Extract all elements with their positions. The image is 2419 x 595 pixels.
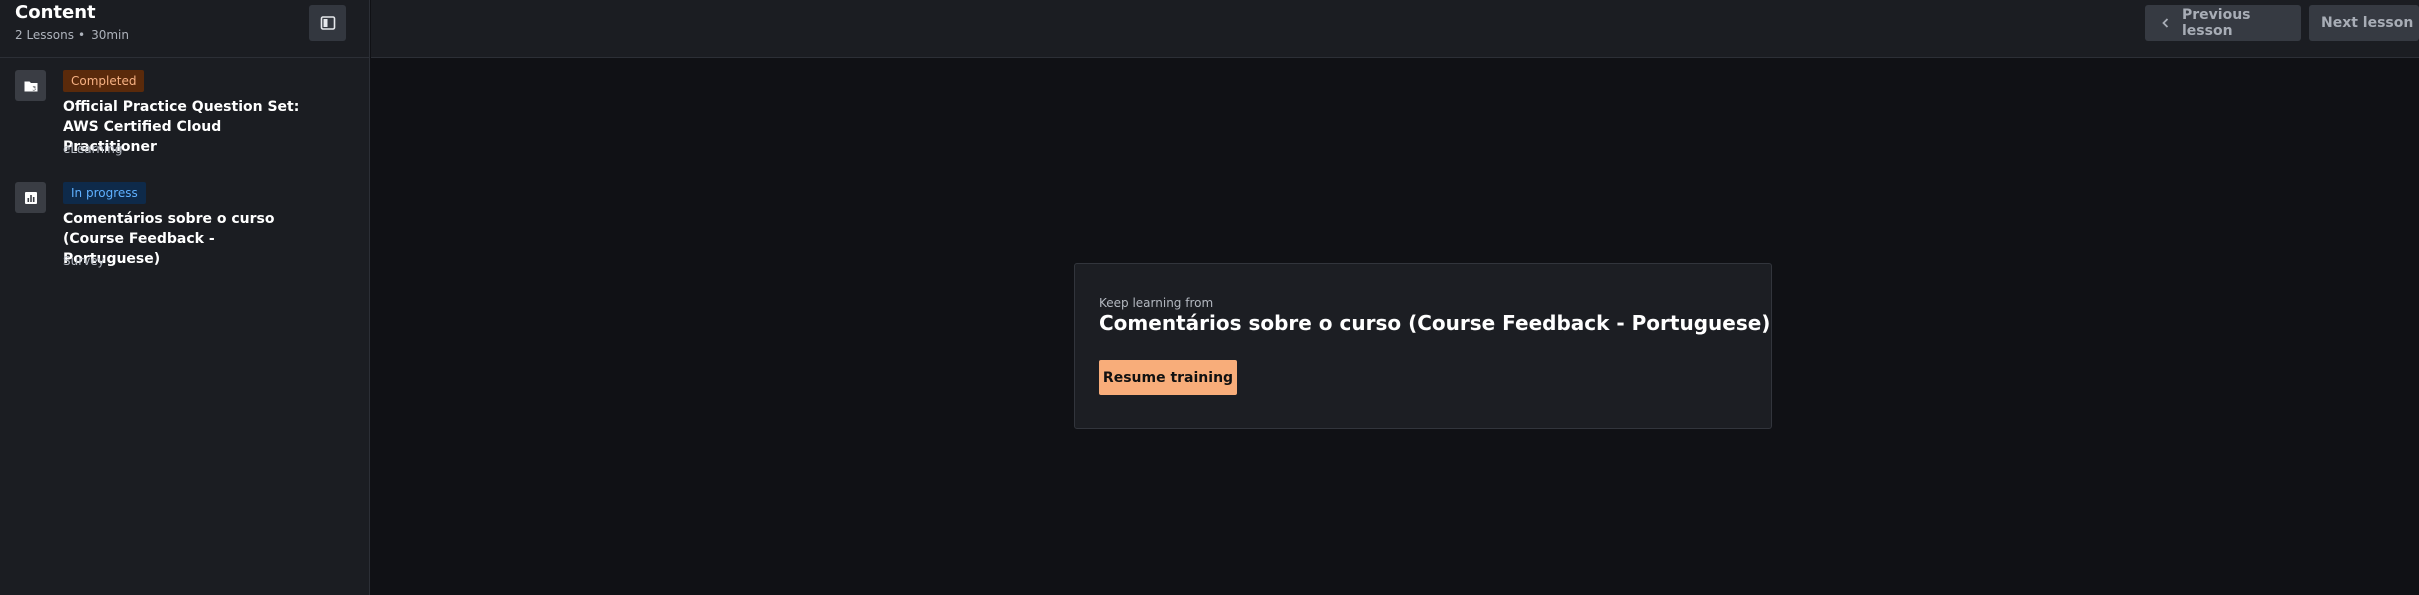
collapse-sidebar-button[interactable] [309,5,346,41]
status-badge-completed: Completed [63,70,145,92]
resume-training-button[interactable]: Resume training [1099,360,1237,395]
sidebar-meta: 2 Lessons • 30min [15,28,129,42]
lesson-item-aws-practice[interactable]: 3 Completed Official Practice Question S… [0,66,370,166]
sidebar-header: Content 2 Lessons • 30min [0,0,370,58]
svg-text:3: 3 [32,85,36,92]
chevron-left-icon [2162,18,2169,28]
course-duration: 30min [91,28,129,42]
lesson-count: 2 Lessons [15,28,75,42]
lesson-item-course-feedback[interactable]: In progress Comentários sobre o curso (C… [0,178,370,278]
lesson-type: Survey [63,254,105,268]
meta-separator: • [78,28,86,42]
resume-lesson-title: Comentários sobre o curso (Course Feedba… [1099,311,1771,335]
lesson-topbar: Previous lesson Next lesson [371,0,2419,58]
resume-label: Keep learning from [1099,296,1214,310]
status-badge-in-progress: In progress [63,182,146,204]
next-lesson-label: Next lesson [2321,15,2414,31]
bar-chart-icon [15,182,46,213]
app-root: Content 2 Lessons • 30min 3 Completed Offi… [0,0,2419,595]
folder-icon: 3 [15,70,46,101]
resume-card: Keep learning from Comentários sobre o c… [1074,263,1772,429]
lesson-main-area: Keep learning from Comentários sobre o c… [371,59,2419,595]
previous-lesson-label: Previous lesson [2182,7,2251,39]
sidebar-title: Content [15,2,96,23]
previous-lesson-button[interactable]: Previous lesson [2145,5,2301,41]
next-lesson-button[interactable]: Next lesson [2309,5,2419,41]
sidebar-collapse-icon [320,16,335,30]
content-sidebar: Content 2 Lessons • 30min 3 Completed Offi… [0,0,370,595]
lesson-type: eLearning [63,142,123,156]
